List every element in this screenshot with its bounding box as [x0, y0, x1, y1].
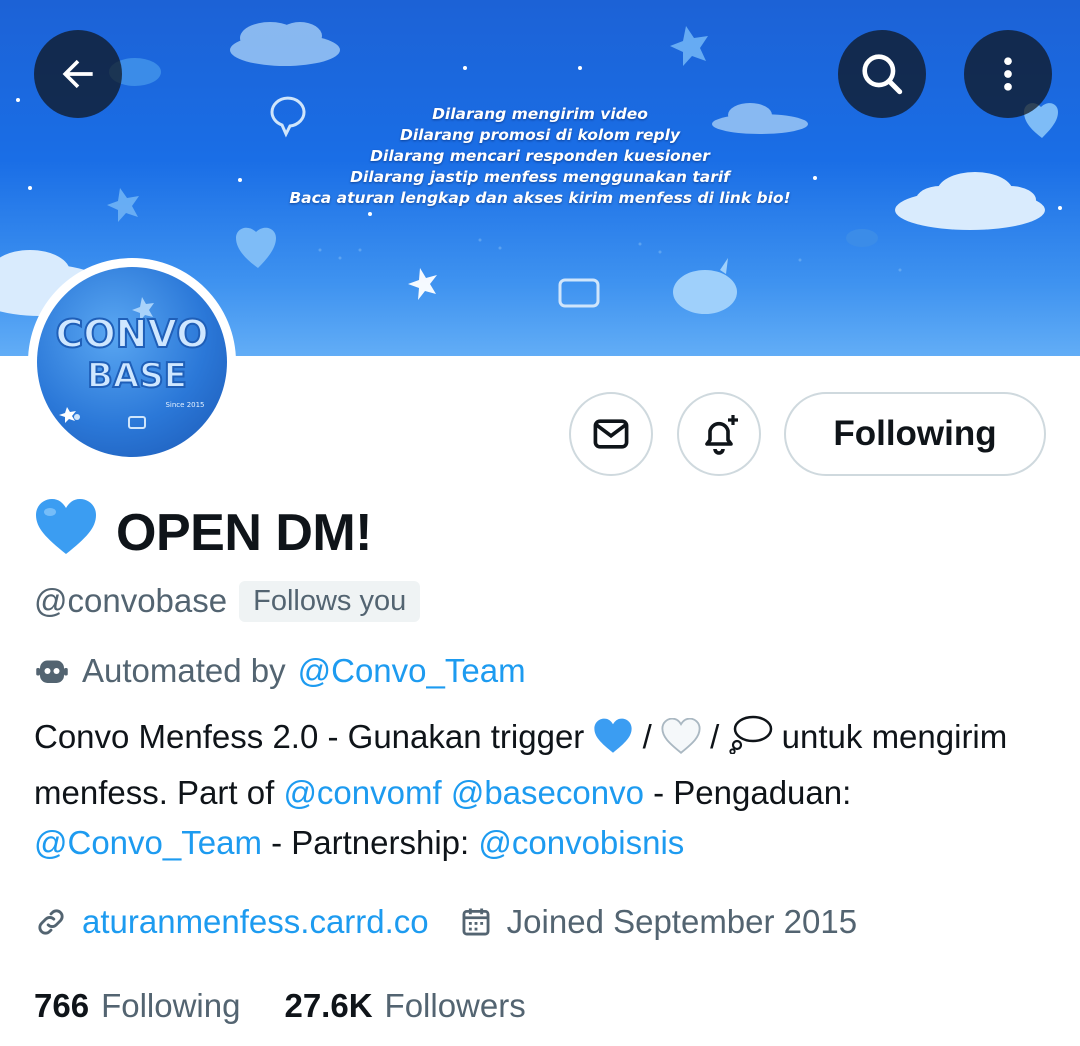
link-icon [38, 909, 64, 935]
bio-mention-convomf[interactable]: @convomf [283, 774, 441, 811]
banner-rule-line: Dilarang mengirim video [432, 105, 648, 123]
banner-rule-line: Dilarang jastip menfess menggunakan tari… [350, 168, 730, 186]
more-options-button[interactable] [964, 30, 1052, 118]
banner-rule-line: Baca aturan lengkap dan akses kirim menf… [289, 189, 791, 207]
message-button[interactable] [569, 392, 653, 476]
automated-prefix: Automated by [82, 652, 286, 689]
profile-meta: aturanmenfess.carrd.co Joined September … [34, 896, 857, 948]
blue-heart-icon [36, 498, 96, 554]
handle-row: @convobase Follows you [34, 578, 421, 624]
avatar[interactable]: CONVO BASE Since 2015 [28, 258, 236, 466]
more-vertical-icon [1004, 57, 1012, 91]
white-heart-icon [661, 717, 701, 754]
banner-rule-line: Dilarang promosi di kolom reply [399, 126, 681, 144]
robot-icon [36, 660, 68, 683]
website-link[interactable]: aturanmenfess.carrd.co [82, 903, 429, 941]
banner-rule-line: Dilarang mencari responden kuesioner [370, 147, 710, 165]
avatar-image: CONVO BASE Since 2015 [37, 267, 227, 457]
calendar-icon [462, 908, 490, 936]
white-heart-emoji [661, 717, 701, 768]
search-icon [862, 54, 903, 95]
profile-bio: Convo Menfess 2.0 - Gunakan trigger / / … [34, 712, 1044, 868]
display-name: OPEN DM! [34, 498, 373, 569]
followers-stat[interactable]: 27.6K Followers [284, 987, 525, 1025]
bio-text: - Partnership: [261, 824, 479, 861]
blue-heart-icon [594, 718, 633, 753]
bio-separator: / [700, 718, 729, 755]
automated-by-link[interactable]: @Convo_Team [298, 652, 526, 690]
bio-mention-convo-team[interactable]: @Convo_Team [34, 824, 262, 861]
arrow-left-icon [62, 59, 93, 89]
bell-plus-icon [705, 415, 738, 455]
following-stat[interactable]: 766 Following [34, 987, 240, 1025]
bio-text: Convo Menfess 2.0 - Gunakan trigger [34, 718, 585, 755]
blue-heart-emoji [593, 718, 633, 768]
display-name-text: OPEN DM! [116, 504, 373, 562]
followers-count: 27.6K [284, 987, 373, 1024]
notifications-button[interactable] [677, 392, 761, 476]
convobase-logo: CONVO BASE Since 2015 [54, 297, 210, 429]
logo-tagline: Since 2015 [165, 401, 204, 409]
automated-label: Automated by @Convo_Team [34, 648, 526, 694]
bio-mention-baseconvo[interactable]: @baseconvo [451, 774, 644, 811]
logo-text-1: CONVO [55, 312, 208, 356]
bio-mention-convobisnis[interactable]: @convobisnis [478, 824, 684, 861]
following-label: Following [101, 987, 241, 1024]
mail-icon [593, 419, 629, 449]
banner-rules-text: Dilarang mengirim video Dilarang promosi… [230, 104, 850, 209]
followers-label: Followers [384, 987, 526, 1024]
bio-space [442, 774, 451, 811]
follow-stats: 766 Following 27.6K Followers [34, 980, 570, 1032]
blue-heart-emoji [34, 498, 98, 569]
following-count: 766 [34, 987, 90, 1024]
thought-bubble-emoji [728, 714, 773, 768]
bio-text: - Pengaduan: [643, 774, 852, 811]
user-handle: @convobase [34, 582, 228, 619]
bio-separator: / [633, 718, 661, 755]
joined-date: Joined September 2015 [506, 903, 858, 940]
search-button[interactable] [838, 30, 926, 118]
logo-text-2: BASE [87, 356, 187, 396]
back-button[interactable] [34, 30, 122, 118]
thought-balloon-icon [728, 715, 772, 755]
following-button[interactable]: Following [784, 392, 1046, 476]
follows-you-badge: Follows you [239, 580, 421, 622]
